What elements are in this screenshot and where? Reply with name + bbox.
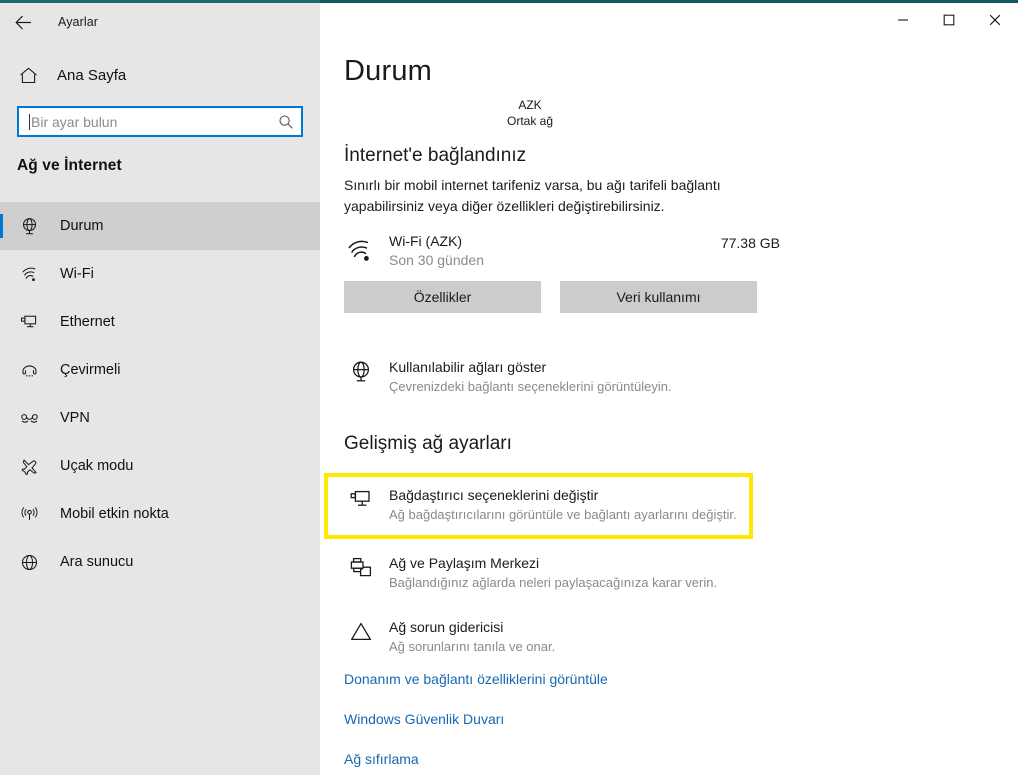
sidebar-item-ethernet-label: Ethernet <box>60 314 115 330</box>
data-usage-amount: 77.38 GB <box>720 235 780 251</box>
sidebar-item-durum[interactable]: Durum <box>0 202 320 250</box>
sidebar-item-ara-sunucu-label: Ara sunucu <box>60 554 134 570</box>
network-sharing-center-row[interactable]: Ağ ve Paylaşım Merkezi Bağlandığınız ağl… <box>344 553 764 592</box>
sidebar-item-mobil-etkin-nokta[interactable]: Mobil etkin nokta <box>0 490 320 538</box>
change-adapter-options-texts: Bağdaştırıcı seçeneklerini değiştir Ağ b… <box>389 485 737 524</box>
page-title: Durum <box>344 55 433 87</box>
data-usage-subtitle: Son 30 günden <box>389 252 484 268</box>
sharing-printer-icon <box>344 553 378 580</box>
sidebar-item-mobil-etkin-nokta-label: Mobil etkin nokta <box>60 506 169 522</box>
search-icon[interactable] <box>271 108 301 135</box>
advanced-settings-heading: Gelişmiş ağ ayarları <box>344 433 512 454</box>
change-adapter-options-title: Bağdaştırıcı seçeneklerini değiştir <box>389 487 599 503</box>
airplane-icon <box>17 457 41 476</box>
network-troubleshooter-title: Ağ sorun gidericisi <box>389 619 504 635</box>
sidebar-item-vpn-label: VPN <box>60 410 90 426</box>
wifi-signal-icon <box>344 239 378 263</box>
window-controls <box>880 3 1018 37</box>
network-sharing-center-texts: Ağ ve Paylaşım Merkezi Bağlandığınız ağl… <box>389 553 717 592</box>
network-troubleshooter-row[interactable]: Ağ sorun gidericisi Ağ sorunlarını tanıl… <box>344 617 764 656</box>
network-troubleshooter-texts: Ağ sorun gidericisi Ağ sorunlarını tanıl… <box>389 617 555 656</box>
sidebar-item-ucak-modu[interactable]: Uçak modu <box>0 442 320 490</box>
connection-status-description: Sınırlı bir mobil internet tarifeniz var… <box>344 177 721 214</box>
data-usage-title: Wi-Fi (AZK) <box>389 233 463 249</box>
windows-firewall-link[interactable]: Windows Güvenlik Duvarı <box>344 711 504 727</box>
sidebar-item-ethernet[interactable]: Ethernet <box>0 298 320 346</box>
hotspot-icon <box>17 505 41 524</box>
data-usage-button[interactable]: Veri kullanımı <box>560 281 757 313</box>
data-usage-row: Wi-Fi (AZK) Son 30 günden 77.38 GB <box>344 228 780 274</box>
sidebar-heading: Ağ ve İnternet <box>17 157 122 174</box>
window-chrome-edge-left <box>0 0 320 3</box>
change-adapter-options-row[interactable]: Bağdaştırıcı seçeneklerini değiştir Ağ b… <box>344 485 764 524</box>
network-troubleshooter-subtitle: Ağ sorunlarını tanıla ve onar. <box>389 639 556 654</box>
status-globe-icon <box>17 217 41 236</box>
network-sharing-center-title: Ağ ve Paylaşım Merkezi <box>389 555 540 571</box>
show-available-networks-texts: Kullanılabilir ağları göster Çevrenizdek… <box>389 357 672 396</box>
minimize-button[interactable] <box>880 3 926 37</box>
adapter-monitor-icon <box>344 485 378 512</box>
sidebar-item-wifi-label: Wi-Fi <box>60 266 94 282</box>
sidebar-item-ara-sunucu[interactable]: Ara sunucu <box>0 538 320 586</box>
sidebar-item-home-label: Ana Sayfa <box>57 66 127 84</box>
network-name: AZK <box>518 98 542 112</box>
sidebar-item-vpn[interactable]: VPN <box>0 394 320 442</box>
app-title: Ayarlar <box>58 15 99 29</box>
settings-window: Ayarlar Ana Sayfa Ağ ve İnternet <box>0 0 1018 775</box>
main-content: Durum AZK Ortak ağ İnternet'e bağlandını… <box>320 0 1018 775</box>
sidebar-item-cevirmeli[interactable]: Çevirmeli <box>0 346 320 394</box>
sidebar: Ayarlar Ana Sayfa Ağ ve İnternet <box>0 0 320 775</box>
show-available-networks-title: Kullanılabilir ağları göster <box>389 359 547 375</box>
titlebar-left: Ayarlar <box>0 3 320 41</box>
globe-network-icon <box>344 357 378 384</box>
network-sharing-center-subtitle: Bağlandığınız ağlarda neleri paylaşacağı… <box>389 575 718 590</box>
connection-status-heading: İnternet'e bağlandınız <box>344 145 527 166</box>
home-icon <box>17 67 39 84</box>
sidebar-item-durum-label: Durum <box>60 218 104 234</box>
view-hardware-properties-link[interactable]: Donanım ve bağlantı özelliklerini görünt… <box>344 671 608 687</box>
sidebar-nav-list: Durum Wi-Fi Ethernet Çevirmeli VPN Uçak … <box>0 202 320 586</box>
proxy-globe-icon <box>17 553 41 572</box>
search-box[interactable] <box>17 106 303 137</box>
sidebar-item-home[interactable]: Ana Sayfa <box>0 58 320 92</box>
back-button[interactable] <box>0 5 46 39</box>
network-type: Ortak ağ <box>506 114 554 128</box>
search-input[interactable] <box>30 108 271 135</box>
vpn-icon <box>17 409 41 428</box>
change-adapter-options-subtitle: Ağ bağdaştırıcılarını görüntüle ve bağla… <box>389 507 737 522</box>
network-identity: AZK Ortak ağ <box>440 97 620 129</box>
window-chrome-edge <box>0 0 1018 3</box>
sidebar-item-wifi[interactable]: Wi-Fi <box>0 250 320 298</box>
show-available-networks-subtitle: Çevrenizdeki bağlantı seçeneklerini görü… <box>389 379 672 394</box>
sidebar-item-ucak-modu-label: Uçak modu <box>60 458 134 474</box>
close-button[interactable] <box>972 3 1018 37</box>
dialup-icon <box>17 361 41 380</box>
wifi-icon <box>17 265 41 284</box>
ethernet-icon <box>17 313 41 332</box>
show-available-networks-row[interactable]: Kullanılabilir ağları göster Çevrenizdek… <box>344 357 764 396</box>
maximize-button[interactable] <box>926 3 972 37</box>
sidebar-item-cevirmeli-label: Çevirmeli <box>60 362 121 378</box>
network-reset-link[interactable]: Ağ sıfırlama <box>344 751 419 767</box>
warning-triangle-icon <box>344 617 378 644</box>
data-usage-texts: Wi-Fi (AZK) Son 30 günden <box>389 232 721 270</box>
properties-button[interactable]: Özellikler <box>344 281 541 313</box>
action-buttons: Özellikler Veri kullanımı <box>344 281 780 313</box>
